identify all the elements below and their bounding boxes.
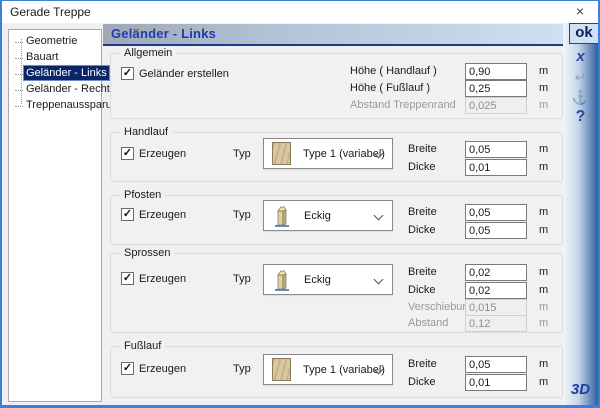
field-label: Abstand Treppenrand — [350, 99, 456, 111]
field-label: Höhe ( Handlauf ) — [350, 65, 437, 77]
unit-label: m — [539, 301, 548, 313]
unit-label: m — [539, 143, 548, 155]
field-label: Breite — [408, 206, 437, 218]
threed-button[interactable]: 3D — [563, 381, 598, 398]
field-row: Verschiebung m — [111, 299, 562, 316]
field-label: Dicke — [408, 161, 436, 173]
header-underline — [103, 44, 564, 46]
hoehe-handlauf-input[interactable] — [465, 63, 527, 80]
sidebar-item-label: Geometrie — [24, 34, 79, 48]
field-label: Breite — [408, 358, 437, 370]
unit-label: m — [539, 376, 548, 388]
sidebar-item-label: Geländer - Links — [24, 66, 109, 80]
section-allgemein: Allgemein ✓ Geländer erstellen Höhe ( Ha… — [110, 53, 563, 119]
tree-list: Geometrie Bauart Geländer - Links Geländ… — [9, 30, 101, 114]
fusslauf-breite-input[interactable] — [465, 356, 527, 373]
sidebar-item-gelaender-links[interactable]: Geländer - Links — [24, 66, 101, 82]
sidebar-tree: Geometrie Bauart Geländer - Links Geländ… — [8, 29, 102, 402]
tree-connector-line — [21, 39, 22, 104]
sprossen-breite-input[interactable] — [465, 264, 527, 281]
unit-label: m — [539, 266, 548, 278]
sidebar-item-bauart[interactable]: Bauart — [24, 50, 101, 66]
pfosten-dicke-input[interactable] — [465, 222, 527, 239]
section-legend: Allgemein — [120, 47, 176, 60]
field-row: Breite m — [111, 356, 562, 373]
section-legend: Pfosten — [120, 189, 165, 202]
field-row: Breite m — [111, 204, 562, 221]
handlauf-breite-input[interactable] — [465, 141, 527, 158]
section-pfosten: Pfosten ✓ Erzeugen Typ Eckig Breite m Di… — [110, 195, 563, 245]
field-row: Höhe ( Fußlauf ) m — [111, 80, 562, 97]
unit-label: m — [539, 161, 548, 173]
titlebar: Gerade Treppe × — [2, 1, 598, 23]
field-label: Breite — [408, 143, 437, 155]
sidebar-item-label: Bauart — [24, 50, 60, 64]
sprossen-dicke-input[interactable] — [465, 282, 527, 299]
unit-label: m — [539, 206, 548, 218]
handlauf-dicke-input[interactable] — [465, 159, 527, 176]
dialog-window: Gerade Treppe × Geometrie Bauart Gelände… — [0, 0, 600, 408]
section-legend: Fußlauf — [120, 340, 165, 353]
sidebar-item-label: Geländer - Rechts — [24, 82, 117, 96]
window-title: Gerade Treppe — [10, 1, 91, 23]
ok-button[interactable]: ok — [569, 23, 599, 44]
field-row: Breite m — [111, 141, 562, 158]
sidebar-item-geometrie[interactable]: Geometrie — [24, 34, 101, 50]
field-label: Höhe ( Fußlauf ) — [350, 82, 430, 94]
unit-label: m — [539, 224, 548, 236]
field-label: Dicke — [408, 224, 436, 236]
unit-label: m — [539, 82, 548, 94]
field-row: Dicke m — [111, 222, 562, 239]
field-label: Abstand — [408, 317, 448, 329]
sidebar-item-treppenaussparung[interactable]: Treppenaussparung — [24, 98, 101, 114]
section-legend: Handlauf — [120, 126, 172, 139]
help-icon[interactable]: ? — [563, 108, 598, 126]
field-row: Abstand Treppenrand m — [111, 97, 562, 114]
unit-label: m — [539, 317, 548, 329]
field-row: Dicke m — [111, 159, 562, 176]
abstand-treppenrand-input — [465, 97, 527, 114]
sprossen-verschiebung-input — [465, 299, 527, 316]
section-handlauf: Handlauf ✓ Erzeugen Typ Type 1 (variabel… — [110, 132, 563, 182]
field-label: Dicke — [408, 284, 436, 296]
unit-label: m — [539, 284, 548, 296]
sprossen-abstand-input — [465, 315, 527, 332]
cancel-icon[interactable]: x — [563, 48, 598, 65]
close-icon[interactable]: × — [571, 1, 589, 23]
unit-label: m — [539, 99, 548, 111]
field-row: Höhe ( Handlauf ) m — [111, 63, 562, 80]
anchor-icon[interactable]: ⚓ — [563, 89, 598, 106]
hoehe-fusslauf-input[interactable] — [465, 80, 527, 97]
enter-icon[interactable]: ↵ — [563, 69, 598, 86]
page-title: Geländer - Links — [111, 24, 216, 44]
field-label: Breite — [408, 266, 437, 278]
section-legend: Sprossen — [120, 247, 174, 260]
field-row: Abstand m — [111, 315, 562, 332]
fusslauf-dicke-input[interactable] — [465, 374, 527, 391]
pfosten-breite-input[interactable] — [465, 204, 527, 221]
field-row: Dicke m — [111, 282, 562, 299]
page-header: Geländer - Links — [103, 24, 564, 44]
sidebar-item-gelaender-rechts[interactable]: Geländer - Rechts — [24, 82, 101, 98]
section-fusslauf: Fußlauf ✓ Erzeugen Typ Type 1 (variabel)… — [110, 346, 563, 398]
unit-label: m — [539, 65, 548, 77]
field-row: Breite m — [111, 264, 562, 281]
section-sprossen: Sprossen ✓ Erzeugen Typ Eckig Breite m D… — [110, 253, 563, 333]
field-label: Dicke — [408, 376, 436, 388]
field-row: Dicke m — [111, 374, 562, 391]
unit-label: m — [539, 358, 548, 370]
